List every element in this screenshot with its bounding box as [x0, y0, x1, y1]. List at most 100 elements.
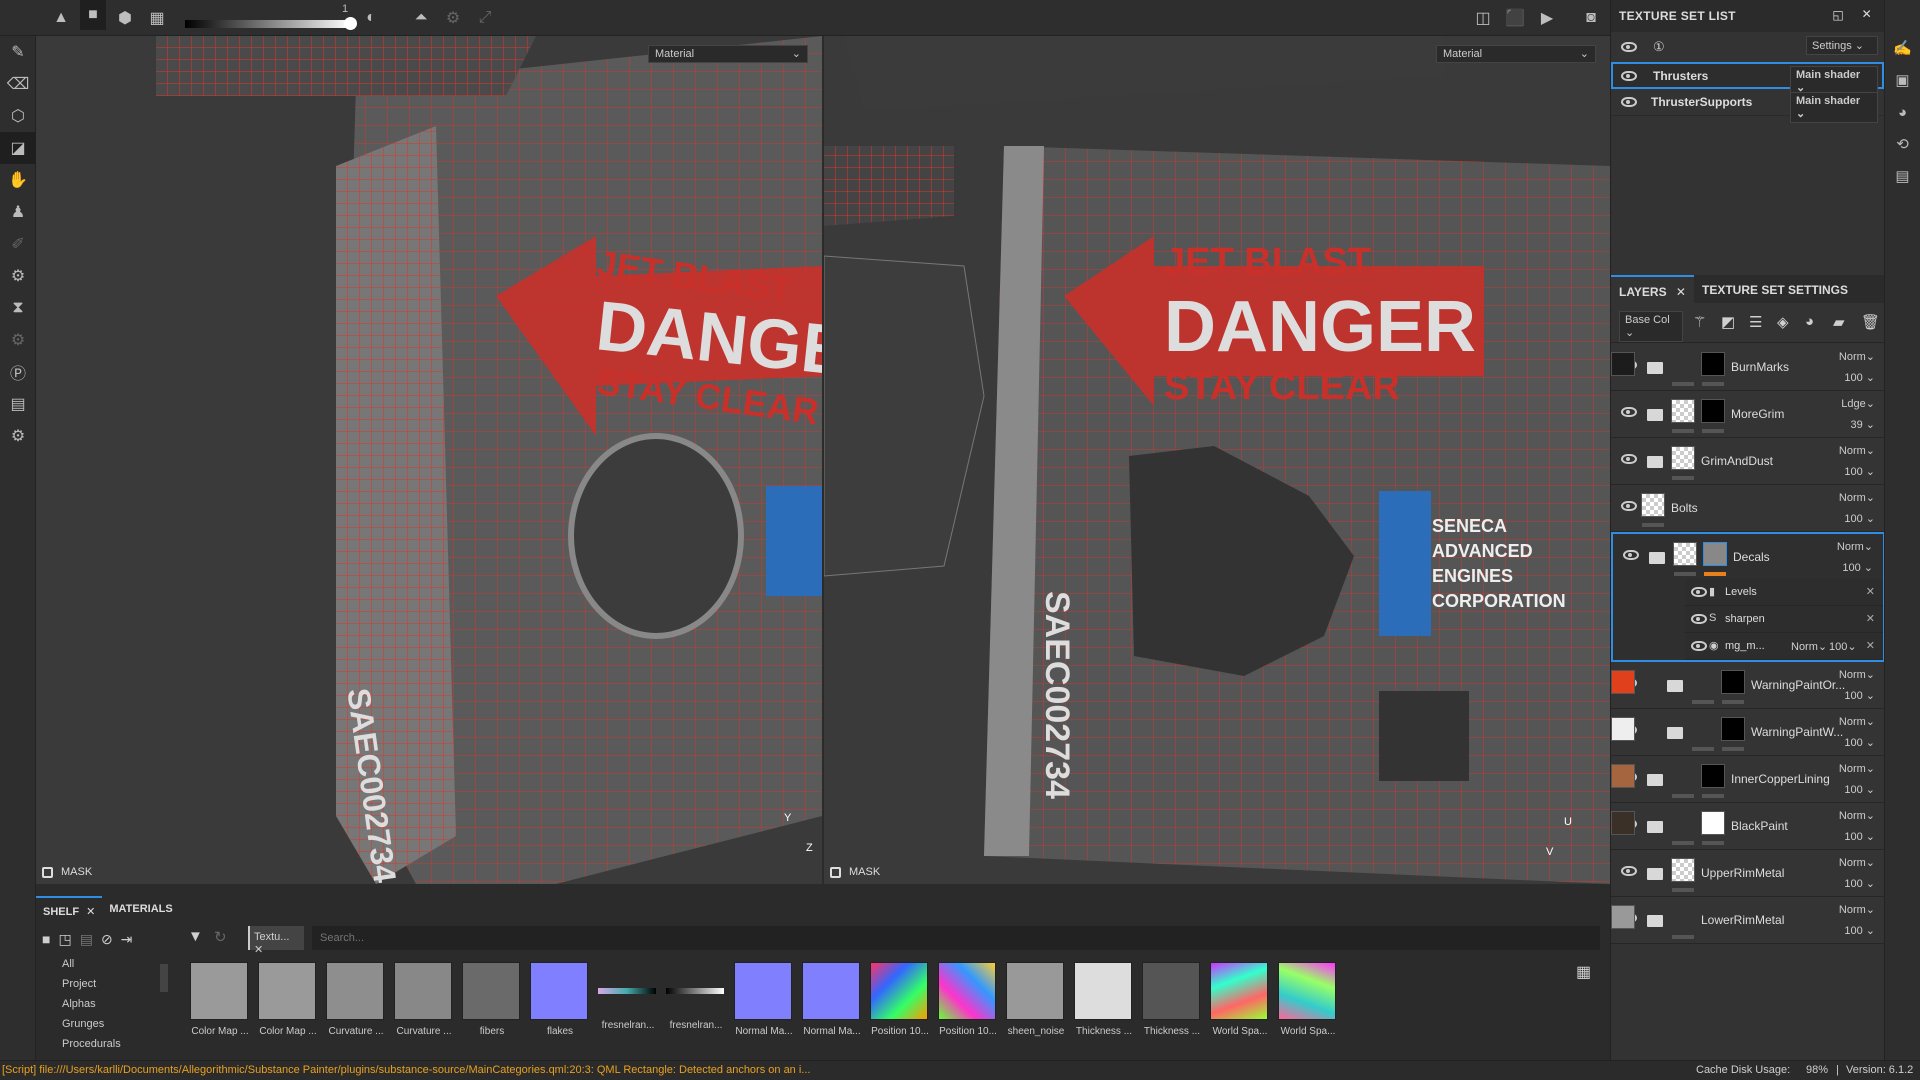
mask-thumbnail[interactable] — [1703, 542, 1727, 566]
brush-icon[interactable]: ✎ — [0, 36, 36, 68]
magic-wand-icon[interactable]: ⚚ — [1693, 313, 1706, 331]
layer-thumbnail[interactable] — [1671, 399, 1695, 423]
layer-row[interactable]: InnerCopperLining Norm⌄ 100 ⌄ — [1611, 756, 1885, 803]
square-icon[interactable]: ■ — [80, 0, 106, 30]
new-icon[interactable]: ◳ — [58, 931, 71, 948]
add-fill-layer-icon[interactable]: ◈ — [1777, 313, 1789, 331]
contrast-icon[interactable]: ◐ — [358, 6, 384, 30]
shader-settings-icon[interactable]: ◕ — [1885, 96, 1920, 128]
visibility-icon[interactable] — [1621, 501, 1637, 511]
shelf-asset[interactable]: flakes — [530, 962, 590, 1037]
clone-icon[interactable]: ♟ — [0, 196, 36, 228]
shelf-asset[interactable]: fibers — [462, 962, 522, 1037]
layer-row[interactable]: BurnMarks Norm⌄ 100 ⌄ — [1611, 344, 1885, 391]
category-grunges[interactable]: Grunges — [36, 1018, 166, 1038]
blend-mode-dropdown[interactable]: Norm⌄ — [1839, 350, 1875, 363]
tab-materials[interactable]: MATERIALS — [102, 896, 179, 922]
checker-icon[interactable]: ▦ — [144, 6, 170, 30]
export-icon[interactable]: ⧗ — [0, 292, 36, 324]
folder-icon[interactable] — [1647, 774, 1663, 786]
log-message[interactable]: [Script] file:///Users/karlli/Documents/… — [2, 1064, 810, 1076]
shelf-asset[interactable]: Normal Ma... — [802, 962, 862, 1037]
filter-icon[interactable]: ▼ — [188, 928, 203, 945]
visibility-icon[interactable] — [1691, 641, 1707, 651]
opacity-dropdown[interactable]: 100 ⌄ — [1842, 561, 1873, 574]
layer-thumbnail[interactable] — [1611, 905, 1635, 929]
layer-thumbnail[interactable] — [1611, 811, 1635, 835]
mask-thumbnail[interactable] — [1701, 764, 1725, 788]
category-alphas[interactable]: Alphas — [36, 998, 166, 1018]
mask-thumbnail[interactable] — [1701, 399, 1725, 423]
shader-dropdown[interactable]: Main shader ⌄ — [1790, 92, 1878, 123]
effect-row[interactable]: ▮ Levels ✕ — [1685, 579, 1883, 606]
tab-texture-set-settings[interactable]: TEXTURE SET SETTINGS — [1694, 275, 1856, 303]
remove-effect-icon[interactable]: ✕ — [1866, 585, 1875, 598]
layer-row[interactable]: Bolts Norm⌄ 100 ⌄ — [1611, 485, 1885, 532]
projection-icon[interactable]: ⬡ — [0, 100, 36, 132]
opacity-dropdown[interactable]: 100 ⌄ — [1844, 783, 1875, 796]
tab-shelf[interactable]: SHELF ✕ — [36, 896, 103, 922]
opacity-dropdown[interactable]: 100 ⌄ — [1844, 877, 1875, 890]
layer-thumbnail[interactable] — [1611, 352, 1635, 376]
settings-icon[interactable]: ⚙ — [440, 6, 466, 30]
visibility-icon[interactable] — [1621, 866, 1637, 876]
layer-row[interactable]: Decals Norm⌄ 100 ⌄ — [1611, 532, 1885, 579]
blend-mode-dropdown[interactable]: Norm⌄ — [1839, 762, 1875, 775]
shelf-asset[interactable]: World Spa... — [1210, 962, 1270, 1037]
photoshop-icon[interactable]: Ⓟ — [0, 356, 36, 388]
display-settings-icon[interactable]: ▣ — [1885, 64, 1920, 96]
import-icon[interactable]: ⇥ — [121, 931, 133, 948]
shelf-asset[interactable]: fresnelran... — [666, 962, 726, 1031]
opacity-slider[interactable] — [185, 20, 351, 28]
cube-view-icon[interactable]: ⬛ — [1502, 6, 1528, 30]
delete-icon[interactable]: 🗑 — [1861, 313, 1880, 331]
tab-layers[interactable]: LAYERS ✕ — [1611, 275, 1694, 303]
opacity-dropdown[interactable]: 100 ⌄ — [1844, 830, 1875, 843]
hide-icon[interactable]: ⊘ — [101, 931, 113, 948]
remove-effect-icon[interactable]: ✕ — [1866, 612, 1875, 625]
camera-icon[interactable]: ▶ — [1534, 6, 1560, 30]
folder-icon[interactable] — [1667, 727, 1683, 739]
effect-row[interactable]: ◉ mg_m... Norm⌄ 100⌄ ✕ — [1685, 633, 1883, 660]
blend-mode-dropdown[interactable]: Norm⌄ — [1837, 540, 1873, 553]
category-procedurals[interactable]: Procedurals — [36, 1038, 166, 1058]
layer-row[interactable]: BlackPaint Norm⌄ 100 ⌄ — [1611, 803, 1885, 850]
visibility-icon[interactable] — [1621, 42, 1637, 52]
settings-icon[interactable]: ⚙ — [0, 324, 36, 356]
layer-row[interactable]: UpperRimMetal Norm⌄ 100 ⌄ — [1611, 850, 1885, 897]
mask-toggle[interactable]: MASK — [42, 866, 92, 878]
material-select[interactable]: Material ⌄ — [1436, 45, 1596, 63]
opacity-dropdown[interactable]: 100 ⌄ — [1844, 736, 1875, 749]
viewport-3d[interactable]: JET BLAST DANGER STAY CLEAR SAEC002734 M… — [36, 36, 822, 884]
folder-icon[interactable]: ■ — [42, 931, 50, 947]
mask-thumbnail[interactable] — [1721, 717, 1745, 741]
blend-mode-dropdown[interactable]: Norm⌄ — [1791, 640, 1827, 653]
visibility-icon[interactable] — [1691, 587, 1707, 597]
shelf-asset[interactable]: Normal Ma... — [734, 962, 794, 1037]
blend-mode-dropdown[interactable]: Ldge⌄ — [1841, 397, 1875, 410]
blend-mode-dropdown[interactable]: Norm⌄ — [1839, 856, 1875, 869]
layer-row[interactable]: WarningPaintW... Norm⌄ 100 ⌄ — [1611, 709, 1885, 756]
settings-dropdown[interactable]: Settings ⌄ — [1806, 36, 1878, 55]
gear-icon[interactable]: ⚙ — [0, 420, 36, 452]
add-effect-icon[interactable]: ◕ — [1805, 313, 1814, 330]
mask-thumbnail[interactable] — [1701, 352, 1725, 376]
refresh-icon[interactable]: ↻ — [214, 928, 227, 946]
shelf-asset[interactable]: Curvature ... — [394, 962, 454, 1037]
mask-toggle[interactable]: MASK — [830, 866, 880, 878]
eraser-icon[interactable]: ⌫ — [0, 68, 36, 100]
folder-icon[interactable] — [1667, 680, 1683, 692]
texture-set-thrustersupports[interactable]: ThrusterSupports Main shader ⌄ — [1611, 89, 1884, 123]
bake-icon[interactable]: ⚙ — [0, 260, 36, 292]
triangle-icon[interactable]: ▲ — [48, 6, 74, 30]
visibility-icon[interactable] — [1621, 454, 1637, 464]
shelf-asset[interactable]: Curvature ... — [326, 962, 386, 1037]
mask-thumbnail[interactable] — [1721, 670, 1745, 694]
blend-mode-dropdown[interactable]: Norm⌄ — [1839, 491, 1875, 504]
layer-thumbnail[interactable] — [1611, 764, 1635, 788]
layer-row[interactable]: GrimAndDust Norm⌄ 100 ⌄ — [1611, 438, 1885, 485]
grid-view-icon[interactable]: ▦ — [1576, 962, 1591, 982]
search-input[interactable] — [312, 926, 1600, 950]
scrollbar[interactable] — [160, 964, 168, 992]
opacity-dropdown[interactable]: 100 ⌄ — [1844, 924, 1875, 937]
